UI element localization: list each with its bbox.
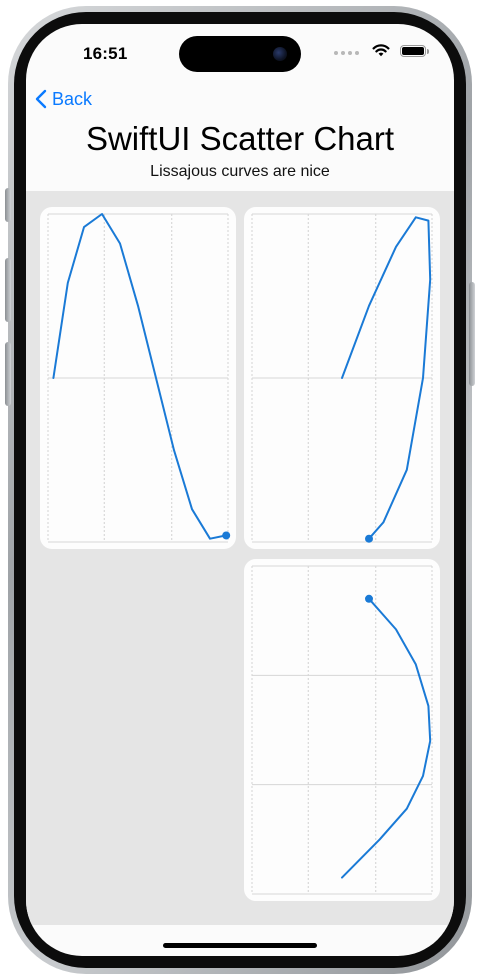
volume-down-button	[5, 342, 11, 406]
status-icons	[326, 44, 429, 60]
wifi-icon	[372, 44, 390, 57]
series-end-point	[365, 594, 373, 603]
charts-grid	[26, 191, 454, 925]
action-button	[5, 188, 11, 222]
series-end-point	[222, 531, 231, 540]
page-title: SwiftUI Scatter Chart	[85, 120, 395, 157]
chart-card-1	[40, 207, 236, 549]
back-label: Back	[52, 88, 93, 109]
chart-card-2	[244, 207, 440, 549]
battery-icon	[400, 45, 429, 57]
power-button	[469, 282, 475, 386]
scatter-chart-2	[251, 213, 433, 543]
series-end-point	[365, 534, 373, 543]
series-line	[52, 213, 228, 540]
page-subtitle: Lissajous curves are nice	[150, 163, 330, 180]
dynamic-island	[179, 36, 301, 72]
cellular-signal-icon	[334, 51, 360, 55]
series-line	[341, 597, 432, 879]
scatter-chart-3	[251, 565, 433, 895]
scatter-chart-1	[47, 213, 231, 543]
battery-tip	[427, 49, 429, 54]
volume-up-button	[5, 258, 11, 322]
camera-icon	[273, 47, 287, 61]
status-bar: 16:51	[26, 24, 454, 84]
home-indicator[interactable]	[163, 943, 317, 948]
status-time: 16:51	[83, 44, 128, 63]
screen: 16:51 Back SwiftUI Scatter Chart Lissajo…	[26, 24, 454, 956]
chart-card-3	[244, 559, 440, 901]
back-button[interactable]: Back	[34, 86, 92, 112]
battery-level	[402, 47, 424, 55]
chevron-left-icon	[35, 89, 47, 109]
